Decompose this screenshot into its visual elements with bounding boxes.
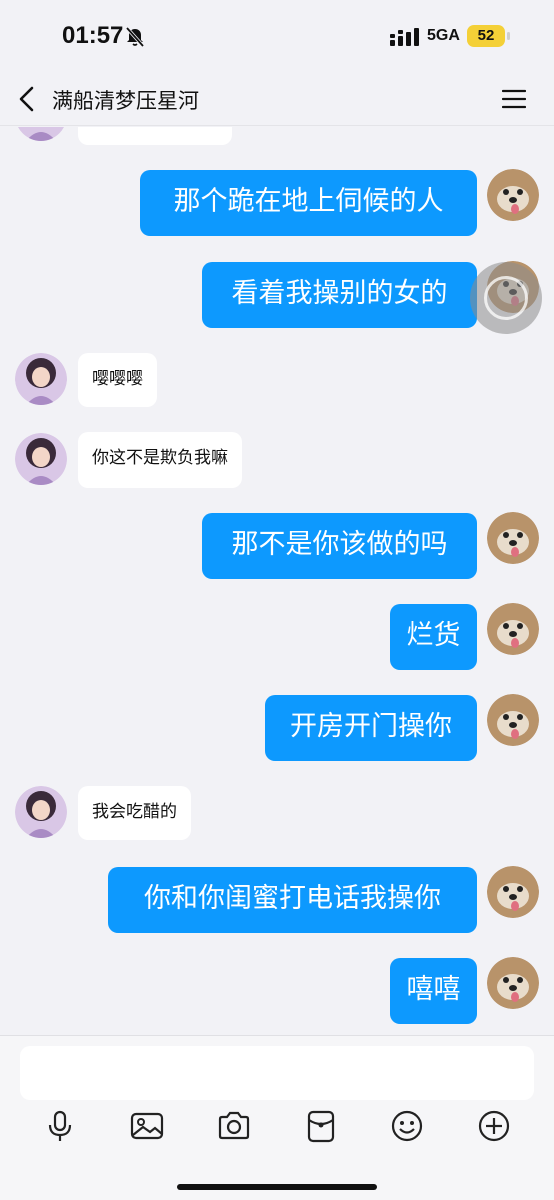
camera-icon[interactable] [216, 1108, 252, 1144]
contact-avatar[interactable] [15, 127, 67, 141]
message-bubble-outgoing[interactable]: 嘻嘻 [390, 958, 477, 1024]
home-indicator [177, 1184, 377, 1190]
signal-icon [390, 28, 419, 46]
menu-icon[interactable] [502, 88, 526, 110]
message-bubble-incoming[interactable]: 嘤嘤嘤 [78, 353, 157, 407]
network-label: 5GA [427, 27, 460, 44]
back-icon[interactable] [16, 84, 38, 114]
composer [0, 1035, 554, 1200]
message-bubble-outgoing[interactable]: 那个跪在地上伺候的人 [140, 170, 477, 236]
plus-icon[interactable] [476, 1108, 512, 1144]
status-bar: 01:57 5GA 52 [0, 0, 554, 74]
message-bubble-outgoing[interactable]: 看着我操别的女的 [202, 262, 477, 328]
user-avatar[interactable] [487, 512, 539, 564]
message-bubble-outgoing[interactable]: 那不是你该做的吗 [202, 513, 477, 579]
emoji-icon[interactable] [389, 1108, 425, 1144]
image-icon[interactable] [129, 1108, 165, 1144]
assistive-touch-button[interactable] [470, 262, 542, 334]
user-avatar[interactable] [487, 169, 539, 221]
contact-avatar[interactable] [15, 433, 67, 485]
message-bubble-incoming[interactable]: 你这不是欺负我嘛 [78, 432, 242, 488]
message-input[interactable] [20, 1046, 534, 1100]
contact-avatar[interactable] [15, 786, 67, 838]
battery-cap [507, 32, 510, 40]
message-list[interactable]: 那个跪在地上伺候的人 看着我操别的女的 嘤嘤嘤 你这不是欺负我嘛 那不是你该做的… [0, 127, 554, 1035]
contact-avatar[interactable] [15, 353, 67, 405]
battery-icon: 52 [467, 25, 505, 47]
bell-muted-icon [125, 26, 145, 48]
message-bubble-outgoing[interactable]: 烂货 [390, 604, 477, 670]
status-time: 01:57 [62, 22, 124, 49]
user-avatar[interactable] [487, 694, 539, 746]
user-avatar[interactable] [487, 603, 539, 655]
red-packet-icon[interactable] [303, 1108, 339, 1144]
user-avatar[interactable] [487, 866, 539, 918]
battery-level: 52 [477, 27, 495, 44]
message-bubble-outgoing[interactable]: 开房开门操你 [265, 695, 477, 761]
message-bubble-incoming[interactable] [78, 127, 232, 145]
chat-header: 满船清梦压星河 [0, 74, 554, 126]
message-bubble-incoming[interactable]: 我会吃醋的 [78, 786, 191, 840]
chat-title[interactable]: 满船清梦压星河 [52, 85, 199, 115]
user-avatar[interactable] [487, 957, 539, 1009]
microphone-icon[interactable] [42, 1108, 78, 1144]
message-bubble-outgoing[interactable]: 你和你闺蜜打电话我操你 [108, 867, 477, 933]
